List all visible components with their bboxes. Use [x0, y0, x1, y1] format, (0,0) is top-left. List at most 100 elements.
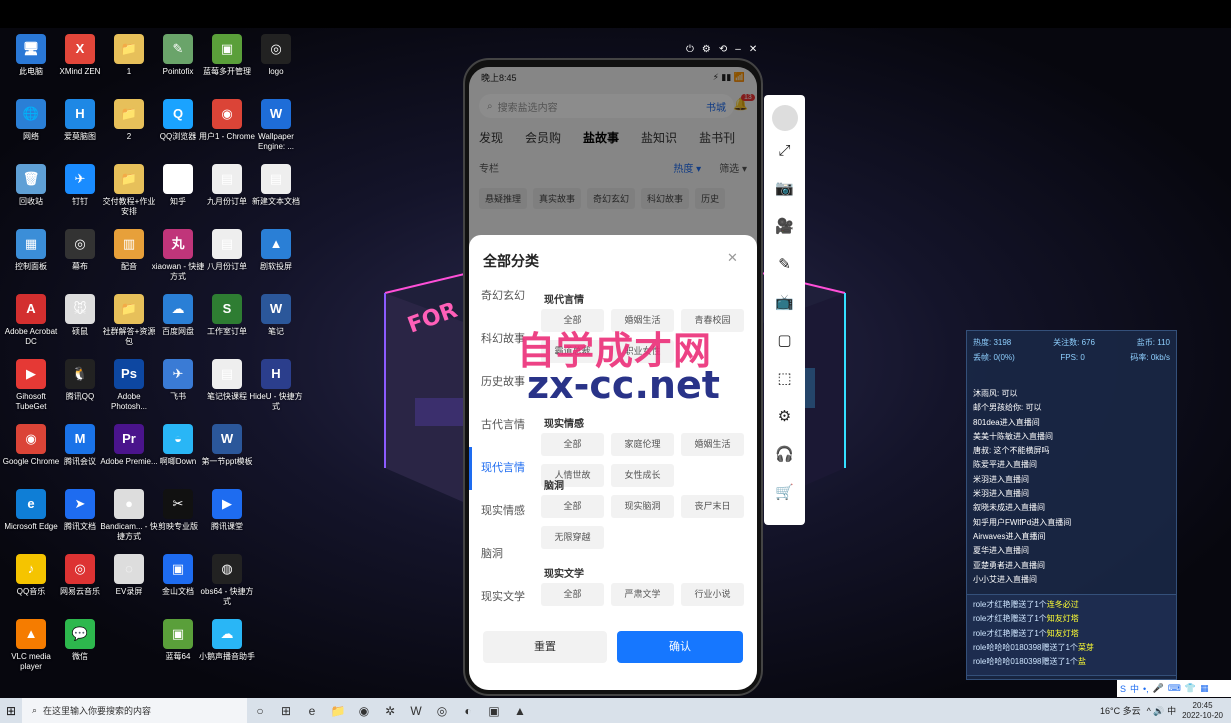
app-icon: ◉ — [212, 99, 242, 129]
rotate-icon[interactable]: ⟲ — [719, 44, 727, 55]
taskbar-app-icon[interactable]: ✲ — [377, 704, 403, 718]
system-tray: 16°C 多云 ^ 🔊 中 20:45 2022-10-20 — [1100, 698, 1223, 723]
fullscreen-icon[interactable]: ⤢ — [764, 131, 805, 169]
desktop-icon[interactable]: ▶ 腾讯课堂 — [196, 489, 258, 532]
ime-button[interactable]: 👕 — [1185, 683, 1196, 694]
app-icon: 🐧 — [65, 359, 95, 389]
gift-action: 赠送了1个 — [1010, 628, 1047, 638]
power-icon[interactable]: ⏻ — [686, 44, 694, 55]
avatar[interactable] — [771, 105, 798, 131]
desktop-icon[interactable]: 💬 微信 — [49, 619, 111, 662]
settings-icon[interactable]: ⚙ — [702, 44, 711, 55]
ime-button[interactable]: S — [1120, 684, 1126, 694]
option-button[interactable]: 家庭伦理 — [611, 433, 674, 456]
category-item[interactable]: 现实情感 — [469, 490, 531, 533]
taskbar-app-icon[interactable]: 📁 — [325, 704, 351, 718]
emulator-sidebar: ⤢ 📷 🎥 ✎ 📺 ▢ ⬚ ⚙ 🎧 🛒 — [764, 95, 805, 525]
ime-button[interactable]: ⌨ — [1168, 683, 1181, 694]
category-item[interactable]: 脑洞 — [469, 533, 531, 576]
gift-message: role哈哈哈0180398赠送了1个菜芽 — [973, 641, 1170, 655]
option-button[interactable]: 女性成长 — [611, 464, 674, 487]
app-icon: ▦ — [16, 229, 46, 259]
gift-item: 知友灯塔 — [1046, 628, 1079, 638]
app-icon: H — [261, 359, 291, 389]
hot-stat: 热度: 3198 — [973, 338, 1012, 347]
brush-icon[interactable]: ✎ — [764, 245, 805, 283]
headset-icon[interactable]: 🎧 — [764, 435, 805, 473]
app-icon: ♪ — [16, 554, 46, 584]
taskbar-app-icon[interactable]: ▣ — [481, 704, 507, 718]
app-icon: ◒ — [163, 424, 193, 454]
desktop-icon[interactable]: W 第一节ppt模板 — [196, 424, 258, 467]
app-icon: ◉ — [16, 424, 46, 454]
minimize-button[interactable]: – — [735, 44, 741, 55]
category-item[interactable]: 现代言情 — [469, 447, 531, 490]
desktop-icon[interactable]: H HideU - 快捷方式 — [245, 359, 307, 412]
desktop-icon[interactable]: ▤ 新建文本文档 — [245, 164, 307, 207]
option-button[interactable]: 现实脑洞 — [611, 495, 674, 518]
option-button[interactable]: 严肃文学 — [611, 583, 674, 606]
option-button[interactable]: 无限穿越 — [541, 526, 604, 549]
option-button[interactable]: 全部 — [541, 583, 604, 606]
gift-action: 赠送了1个 — [1041, 642, 1078, 652]
app-icon: 📁 — [114, 34, 144, 64]
app-icon: Pr — [114, 424, 144, 454]
taskbar-apps: ○ ⊞ e 📁 ◉ ✲ W ◎ ◐ ▣ ▲ — [247, 704, 533, 718]
desktop-icon[interactable]: ◎ logo — [245, 34, 307, 77]
app-icon: W — [212, 424, 242, 454]
category-item[interactable]: 奇幻玄幻 — [469, 275, 531, 318]
reset-button[interactable]: 重置 — [483, 631, 607, 663]
record-icon[interactable]: 🎥 — [764, 207, 805, 245]
taskbar-app-icon[interactable]: ▲ — [507, 704, 533, 718]
gift-message: role才红艳赠送了1个知友灯塔 — [973, 627, 1170, 641]
taskbar-app-icon[interactable]: ◉ — [351, 704, 377, 718]
group-title: 脑洞 — [544, 481, 564, 492]
taskbar-search[interactable]: ⌕ 在这里输入你要搜索的内容 — [22, 698, 247, 723]
clock[interactable]: 20:45 2022-10-20 — [1182, 701, 1223, 721]
weather-status[interactable]: 16°C 多云 — [1100, 704, 1141, 717]
taskbar-app-icon[interactable]: ○ — [247, 704, 273, 718]
ime-button[interactable]: 🎤 — [1153, 683, 1164, 694]
option-button[interactable]: 全部 — [541, 495, 604, 518]
desktop-icon-label: Wallpaper Engine: ... — [257, 132, 295, 151]
option-button[interactable]: 行业小说 — [681, 583, 744, 606]
cart-icon[interactable]: 🛒 — [764, 473, 805, 511]
ime-button[interactable]: ▦ — [1200, 683, 1209, 694]
ime-button[interactable]: 中 — [1130, 682, 1139, 695]
taskbar-app-icon[interactable]: ◐ — [455, 704, 481, 718]
app-icon: ✈ — [65, 164, 95, 194]
option-button[interactable]: 婚姻生活 — [681, 433, 744, 456]
desktop-icon[interactable]: ▲ 剧软投屏 — [245, 229, 307, 272]
app-icon: Ps — [114, 359, 144, 389]
option-button[interactable]: 丧尸末日 — [681, 495, 744, 518]
tv-icon[interactable]: 📺 — [764, 283, 805, 321]
desktop-icon[interactable]: ◍ obs64 - 快捷方式 — [196, 554, 258, 607]
gift-sender: role才红艳 — [973, 628, 1011, 638]
app-icon: 📁 — [114, 99, 144, 129]
app-icon: 🐭 — [65, 294, 95, 324]
close-button[interactable]: ✕ — [749, 44, 757, 55]
app-icon: ▲ — [261, 229, 291, 259]
ime-button[interactable]: •, — [1143, 684, 1149, 694]
phone-icon[interactable]: ▢ — [764, 321, 805, 359]
confirm-button[interactable]: 确认 — [617, 631, 743, 663]
desktop-icon[interactable]: W 笔记 — [245, 294, 307, 337]
crop-icon[interactable]: ⬚ — [764, 359, 805, 397]
close-icon[interactable]: ✕ — [727, 250, 738, 266]
app-icon: ▶ — [16, 359, 46, 389]
category-item[interactable]: 现实文学 — [469, 576, 531, 619]
group-title: 现实情感 — [544, 419, 584, 430]
screenshot-icon[interactable]: 📷 — [764, 169, 805, 207]
option-button[interactable]: 全部 — [541, 433, 604, 456]
desktop-icon[interactable]: W Wallpaper Engine: ... — [245, 99, 307, 152]
desktop-icon[interactable]: ☁ 小鹅声播音助手 — [196, 619, 258, 662]
taskbar-search-input[interactable]: 在这里输入你要搜索的内容 — [43, 704, 151, 717]
taskbar-app-icon[interactable]: ◎ — [429, 704, 455, 718]
category-item[interactable]: 古代言情 — [469, 404, 531, 447]
taskbar-app-icon[interactable]: ⊞ — [273, 704, 299, 718]
tray-icons[interactable]: ^ 🔊 中 — [1147, 704, 1176, 717]
taskbar-app-icon[interactable]: W — [403, 704, 429, 718]
taskbar-app-icon[interactable]: e — [299, 704, 325, 718]
gear-icon[interactable]: ⚙ — [764, 397, 805, 435]
windows-start-icon[interactable]: ⊞ — [0, 704, 22, 718]
